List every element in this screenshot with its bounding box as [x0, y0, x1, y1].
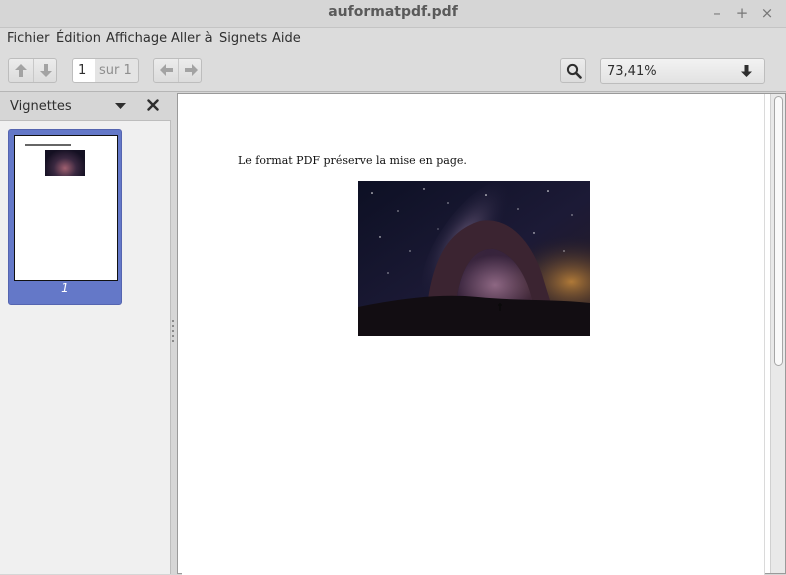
document-view: Le format PDF préserve la mise en page.: [177, 93, 786, 575]
menu-aide[interactable]: Aide: [272, 31, 301, 46]
scrollbar-thumb[interactable]: [774, 96, 783, 366]
sidebar-title: Vignettes: [10, 99, 72, 114]
thumbnail-preview: [14, 135, 118, 281]
search-button[interactable]: [560, 58, 586, 83]
zoom-select[interactable]: 73,41%: [600, 58, 765, 84]
menu-bar: Fichier Édition Affichage Aller à Signet…: [0, 28, 786, 50]
minimize-button[interactable]: –: [708, 3, 726, 23]
page-number-input[interactable]: [72, 58, 96, 83]
menu-fichier[interactable]: Fichier: [7, 31, 50, 46]
thumbnail-page-1[interactable]: 1: [8, 129, 122, 305]
menu-aller-a[interactable]: Aller à: [171, 31, 213, 46]
sidebar-header: Vignettes: [0, 92, 171, 120]
menu-edition[interactable]: Édition: [56, 31, 101, 46]
history-nav-group: [153, 58, 202, 83]
thumbnail-image: [45, 150, 85, 176]
arrow-down-icon: [40, 64, 52, 77]
menu-affichage[interactable]: Affichage: [106, 31, 167, 46]
sidebar-resize-handle[interactable]: [172, 320, 174, 346]
photo-night-arch: [358, 181, 590, 336]
sidebar: Vignettes 1: [0, 92, 171, 574]
zoom-value: 73,41%: [607, 64, 657, 79]
arrow-down-icon: [741, 65, 752, 77]
vertical-scrollbar[interactable]: [770, 94, 785, 573]
thumbnail-list: 1: [0, 120, 171, 574]
next-page-button[interactable]: [34, 59, 58, 82]
maximize-button[interactable]: +: [733, 3, 751, 23]
thumbnail-label: 1: [61, 281, 69, 295]
thumbnail-text-line: [25, 144, 71, 146]
arrow-left-icon: [160, 64, 173, 76]
pdf-text: Le format PDF préserve la mise en page.: [238, 154, 467, 167]
page-nav-group: [8, 58, 57, 83]
history-back-button[interactable]: [154, 59, 178, 82]
search-icon: [566, 63, 582, 79]
menu-signets[interactable]: Signets: [219, 31, 267, 46]
page-edge: [764, 94, 765, 575]
pdf-page: Le format PDF préserve la mise en page.: [182, 98, 764, 575]
arrow-up-icon: [15, 64, 27, 77]
title-bar: auformatpdf.pdf – + ×: [0, 0, 786, 28]
arrow-right-icon: [185, 64, 198, 76]
close-window-button[interactable]: ×: [758, 3, 776, 23]
previous-page-button[interactable]: [9, 59, 33, 82]
history-forward-button[interactable]: [179, 59, 203, 82]
window-title: auformatpdf.pdf: [328, 4, 458, 20]
triangle-down-icon[interactable]: [115, 103, 126, 109]
page-count-label: sur 1: [95, 58, 139, 83]
close-icon[interactable]: [147, 99, 159, 111]
